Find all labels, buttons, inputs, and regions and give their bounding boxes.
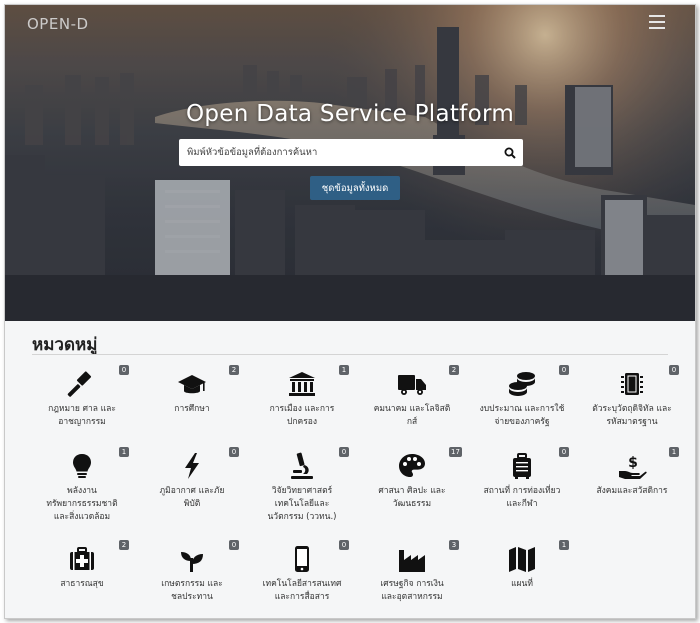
truck-icon	[398, 375, 426, 395]
mobile-phone-icon	[295, 546, 309, 572]
lightbulb-icon	[73, 454, 91, 478]
category-label: เกษตรกรรม และ ชลประทาน	[161, 579, 223, 602]
category-count-badge: 0	[339, 447, 349, 457]
category-count-badge: 17	[449, 447, 462, 457]
category-label: งบประมาณ และการใช้ จ่ายของภาครัฐ	[479, 404, 565, 427]
category-education[interactable]: 2 การศึกษา	[137, 365, 247, 445]
category-digital-id[interactable]: 0 ตัวระบุวัตถุดิจิทัล และ รหัสมาตรฐาน	[577, 365, 687, 445]
category-climate[interactable]: 0 ภูมิอากาศ และภัย พิบัติ	[137, 447, 247, 527]
hero-banner: OPEN-D Open Data Service Platform ชุดข้อ…	[5, 5, 695, 321]
microscope-icon	[291, 452, 313, 479]
site-logo[interactable]: OPEN-D	[27, 15, 89, 33]
category-science[interactable]: 0 วิจัยวิทยาศาสตร์ เทคโนโลยีและ นวัตกรรม…	[247, 447, 357, 527]
category-label: สังคมและสวัสดิการ	[596, 486, 668, 496]
coins-icon	[509, 372, 535, 396]
category-religion-art[interactable]: 17 ศาสนา ศิลปะ และ วัฒนธรรม	[357, 447, 467, 527]
category-label: คมนาคม และโลจิสติ กส์	[373, 404, 451, 427]
svg-text:$: $	[628, 455, 638, 471]
category-budget[interactable]: 0 งบประมาณ และการใช้ จ่ายของภาครัฐ	[467, 365, 577, 445]
category-count-badge: 2	[229, 365, 239, 375]
category-label: วิจัยวิทยาศาสตร์ เทคโนโลยีและ นวัตกรรม (…	[267, 486, 337, 522]
page-title: Open Data Service Platform	[185, 101, 515, 127]
seedling-icon	[181, 552, 203, 572]
lightning-icon	[185, 453, 199, 479]
search-icon[interactable]	[497, 139, 523, 166]
category-label: พลังงาน ทรัพยากรธรรมชาติ และสิ่งแวดล้อม	[46, 486, 118, 522]
category-label: สาธารณสุข	[60, 579, 104, 589]
category-transport[interactable]: 2 คมนาคม และโลจิสติ กส์	[357, 365, 467, 445]
category-tourism[interactable]: 0 สถานที่ การท่องเที่ยว และกีฬา	[467, 447, 577, 527]
map-icon	[509, 547, 535, 572]
category-count-badge: 0	[339, 540, 349, 550]
category-label: ภูมิอากาศ และภัย พิบัติ	[159, 486, 225, 509]
category-count-badge: 1	[339, 365, 349, 375]
category-law[interactable]: 0 กฎหมาย ศาล และ อาชญากรรม	[27, 365, 137, 445]
category-label: การเมือง และการ ปกครอง	[269, 404, 335, 427]
category-count-badge: 1	[119, 447, 129, 457]
factory-icon	[399, 550, 425, 572]
category-label: เทคโนโลยีสารสนเทศ และการสื่อสาร	[262, 579, 342, 602]
hand-dollar-icon: $	[619, 455, 647, 479]
category-label: ศาสนา ศิลปะ และ วัฒนธรรม	[378, 486, 446, 509]
categories-divider	[32, 354, 668, 355]
category-label: กฎหมาย ศาล และ อาชญากรรม	[48, 404, 116, 427]
medical-kit-icon	[70, 547, 94, 570]
logo-text-main: OPEN	[27, 15, 71, 33]
category-count-badge: 0	[119, 365, 129, 375]
suitcase-icon	[513, 453, 531, 479]
category-count-badge: 0	[669, 365, 679, 375]
graduation-cap-icon	[178, 375, 206, 394]
search-bar	[179, 139, 523, 166]
category-count-badge: 0	[559, 365, 569, 375]
category-economy[interactable]: 3 เศรษฐกิจ การเงิน และอุตสาหกรรม	[357, 540, 467, 618]
category-social-welfare[interactable]: $ 1 สังคมและสวัสดิการ	[577, 447, 687, 527]
category-count-badge: 2	[449, 365, 459, 375]
category-label: การศึกษา	[174, 404, 210, 414]
gavel-icon	[67, 371, 92, 397]
category-count-badge: 1	[669, 447, 679, 457]
search-input[interactable]	[179, 140, 497, 165]
palette-icon	[399, 454, 425, 477]
category-politics[interactable]: 1 การเมือง และการ ปกครอง	[247, 365, 357, 445]
page-frame: OPEN-D Open Data Service Platform ชุดข้อ…	[4, 4, 696, 619]
category-count-badge: 0	[229, 447, 239, 457]
category-count-badge: 0	[229, 540, 239, 550]
category-agriculture[interactable]: 0 เกษตรกรรม และ ชลประทาน	[137, 540, 247, 618]
category-energy[interactable]: 1 พลังงาน ทรัพยากรธรรมชาติ และสิ่งแวดล้อ…	[27, 447, 137, 527]
category-label: แผนที่	[511, 579, 533, 589]
government-building-icon	[289, 372, 315, 396]
microchip-icon	[621, 373, 643, 395]
category-count-badge: 0	[559, 447, 569, 457]
category-count-badge: 1	[559, 540, 569, 550]
category-count-badge: 2	[119, 540, 129, 550]
all-datasets-button[interactable]: ชุดข้อมูลทั้งหมด	[310, 176, 400, 200]
logo-text-tail: -D	[70, 15, 89, 33]
hamburger-icon[interactable]	[649, 15, 665, 29]
category-ict[interactable]: 0 เทคโนโลยีสารสนเทศ และการสื่อสาร	[247, 540, 357, 618]
category-public-health[interactable]: 2 สาธารณสุข	[27, 540, 137, 618]
category-count-badge: 3	[449, 540, 459, 550]
category-map[interactable]: 1 แผนที่	[467, 540, 577, 618]
category-label: เศรษฐกิจ การเงิน และอุตสาหกรรม	[380, 579, 444, 602]
category-label: ตัวระบุวัตถุดิจิทัล และ รหัสมาตรฐาน	[592, 404, 672, 427]
category-label: สถานที่ การท่องเที่ยว และกีฬา	[483, 486, 561, 509]
